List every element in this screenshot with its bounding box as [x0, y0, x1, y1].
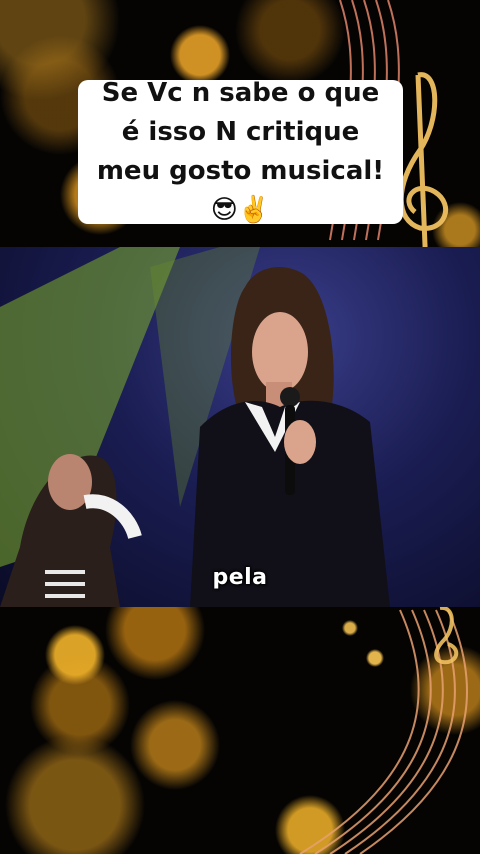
caption-box: Se Vc n sabe o que é isso N critique meu… [78, 78, 403, 225]
video-frame[interactable]: pela [0, 247, 480, 607]
performer-illustration [0, 247, 390, 607]
caption-text: Se Vc n sabe o que é isso N critique meu… [96, 78, 385, 225]
video-subtitle: pela [212, 565, 268, 590]
treble-clef-icon [398, 72, 449, 261]
